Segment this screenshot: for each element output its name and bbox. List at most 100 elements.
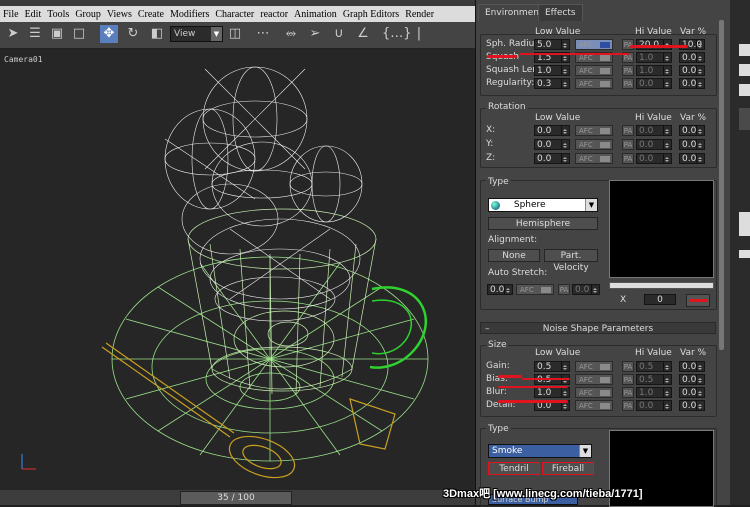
noise-type-dropdown[interactable]: Smoke ▼ — [488, 444, 592, 458]
menu-create[interactable]: Create — [135, 9, 167, 20]
shape-var-spinner[interactable]: 0.0 — [679, 52, 705, 63]
preview-color-button[interactable] — [686, 294, 710, 307]
edge-button-4[interactable] — [739, 108, 750, 130]
size-var-spinner[interactable]: 0.0 — [679, 400, 705, 411]
shape-var-spinner[interactable]: 0.0 — [679, 65, 705, 76]
shape-low-spinner[interactable]: 1.0 — [534, 65, 570, 76]
preview-close-icon[interactable]: X — [620, 295, 626, 305]
rotation-var-spinner[interactable]: 0.0 — [679, 153, 705, 164]
size-hi-spinner[interactable]: 1.0 — [636, 387, 672, 398]
tab-effects[interactable]: Effects — [538, 4, 583, 21]
rotation-var-spinner[interactable]: 0.0 — [679, 139, 705, 150]
size-hi-spinner[interactable]: 0.5 — [636, 361, 672, 372]
auto-stretch-pa-spinner[interactable]: 0.0 — [572, 284, 600, 295]
shape-afc-button[interactable]: AFC — [575, 78, 613, 89]
mirror-icon[interactable]: ⥈ — [282, 25, 300, 43]
edge-button-5[interactable] — [739, 212, 750, 236]
shape-low-spinner[interactable]: 5.0 — [534, 39, 570, 50]
size-afc-button[interactable]: AFC — [575, 400, 613, 411]
window-crossing-icon[interactable]: □ — [70, 25, 88, 43]
menu-group[interactable]: Group — [72, 9, 104, 20]
size-pa-button[interactable]: PA — [622, 400, 634, 411]
rotate-icon[interactable]: ↻ — [124, 25, 142, 43]
menu-graph-editors[interactable]: Graph Editors — [340, 9, 402, 20]
shape-low-spinner[interactable]: 0.3 — [534, 78, 570, 89]
shape-hi-spinner[interactable]: 0.0 — [636, 78, 672, 89]
edge-button-3[interactable] — [739, 84, 750, 96]
rotation-low-spinner[interactable]: 0.0 — [534, 139, 570, 150]
tendril-button[interactable]: Tendril — [488, 462, 540, 475]
scale-icon[interactable]: ◧ — [148, 25, 166, 43]
noise-shape-rollout[interactable]: – Noise Shape Parameters — [480, 322, 716, 334]
select-move-icon[interactable]: ✥ — [100, 25, 118, 43]
edge-button-1[interactable] — [739, 44, 750, 56]
menu-character[interactable]: Character — [212, 9, 257, 20]
time-slider-track[interactable]: 35 / 100 — [0, 490, 475, 505]
rotation-pa-button[interactable]: PA — [622, 125, 634, 136]
shape-afc-button[interactable]: AFC — [575, 39, 613, 50]
menu-edit[interactable]: Edit — [22, 9, 45, 20]
particle-type-dropdown[interactable]: Sphere ▼ — [488, 198, 598, 212]
preview-frame-field[interactable]: 0 — [644, 294, 676, 305]
size-var-spinner[interactable]: 0.0 — [679, 361, 705, 372]
pivot-center-icon[interactable]: ◫ — [226, 25, 244, 43]
panel-scrollbar[interactable] — [719, 20, 724, 350]
menu-modifiers[interactable]: Modifiers — [167, 9, 212, 20]
auto-stretch-pa[interactable]: PA — [558, 284, 570, 295]
fireball-button[interactable]: Fireball — [542, 462, 594, 475]
menu-reactor[interactable]: reactor — [257, 9, 291, 20]
rotation-var-spinner[interactable]: 0.0 — [679, 125, 705, 136]
rotation-hi-spinner[interactable]: 0.0 — [636, 139, 672, 150]
camera-viewport[interactable]: Camera01 — [0, 49, 475, 490]
rotation-pa-button[interactable]: PA — [622, 139, 634, 150]
rotation-afc-button[interactable]: AFC — [575, 125, 613, 136]
named-selection-icon[interactable]: {…} — [382, 25, 412, 43]
size-afc-button[interactable]: AFC — [575, 374, 613, 385]
size-pa-button[interactable]: PA — [622, 387, 634, 398]
shape-pa-button[interactable]: PA — [622, 78, 634, 89]
menu-views[interactable]: Views — [104, 9, 135, 20]
menu-animation[interactable]: Animation — [291, 9, 340, 20]
shape-pa-button[interactable]: PA — [622, 65, 634, 76]
preview-slider[interactable] — [609, 282, 714, 289]
select-by-name-icon[interactable]: ☰ — [26, 25, 44, 43]
size-afc-button[interactable]: AFC — [575, 361, 613, 372]
shape-var-spinner[interactable]: 0.0 — [679, 78, 705, 89]
time-slider[interactable]: 35 / 100 — [180, 491, 292, 505]
menu-render[interactable]: Render — [402, 9, 437, 20]
rotation-low-spinner[interactable]: 0.0 — [534, 125, 570, 136]
shape-hi-spinner[interactable]: 1.0 — [636, 52, 672, 63]
size-pa-button[interactable]: PA — [622, 374, 634, 385]
select-arrow-icon[interactable]: ➤ — [4, 25, 22, 43]
rotation-hi-spinner[interactable]: 0.0 — [636, 153, 672, 164]
size-hi-spinner[interactable]: 0.5 — [636, 374, 672, 385]
align-none-button[interactable]: None — [488, 249, 540, 262]
shape-hi-spinner[interactable]: 1.0 — [636, 65, 672, 76]
rotation-pa-button[interactable]: PA — [622, 153, 634, 164]
snap-icon[interactable]: ⋯ — [254, 25, 272, 43]
edge-button-6[interactable] — [739, 250, 750, 258]
magnet-snap-icon[interactable]: ∪ — [330, 25, 348, 43]
rotation-afc-button[interactable]: AFC — [575, 139, 613, 150]
size-low-spinner[interactable]: 0.5 — [534, 361, 570, 372]
size-pa-button[interactable]: PA — [622, 361, 634, 372]
reference-coordinate-select[interactable]: View ▼ — [170, 26, 223, 42]
hemisphere-button[interactable]: Hemisphere — [488, 217, 598, 230]
size-var-spinner[interactable]: 0.0 — [679, 387, 705, 398]
menu-file[interactable]: File — [0, 9, 22, 20]
size-afc-button[interactable]: AFC — [575, 387, 613, 398]
shape-afc-button[interactable]: AFC — [575, 65, 613, 76]
size-low-spinner[interactable]: 1.0 — [534, 387, 570, 398]
align-icon[interactable]: ➢ — [306, 25, 324, 43]
size-hi-spinner[interactable]: 0.0 — [636, 400, 672, 411]
menu-tools[interactable]: Tools — [44, 9, 72, 20]
auto-stretch-spinner[interactable]: 0.0 — [487, 284, 513, 295]
region-select-icon[interactable]: ▣ — [48, 25, 66, 43]
size-var-spinner[interactable]: 0.0 — [679, 374, 705, 385]
rotation-hi-spinner[interactable]: 0.0 — [636, 125, 672, 136]
auto-stretch-afc[interactable]: AFC — [516, 284, 554, 295]
rotation-low-spinner[interactable]: 0.0 — [534, 153, 570, 164]
rotation-afc-button[interactable]: AFC — [575, 153, 613, 164]
edge-button-2[interactable] — [739, 64, 750, 76]
angle-snap-icon[interactable]: ∠ — [354, 25, 372, 43]
